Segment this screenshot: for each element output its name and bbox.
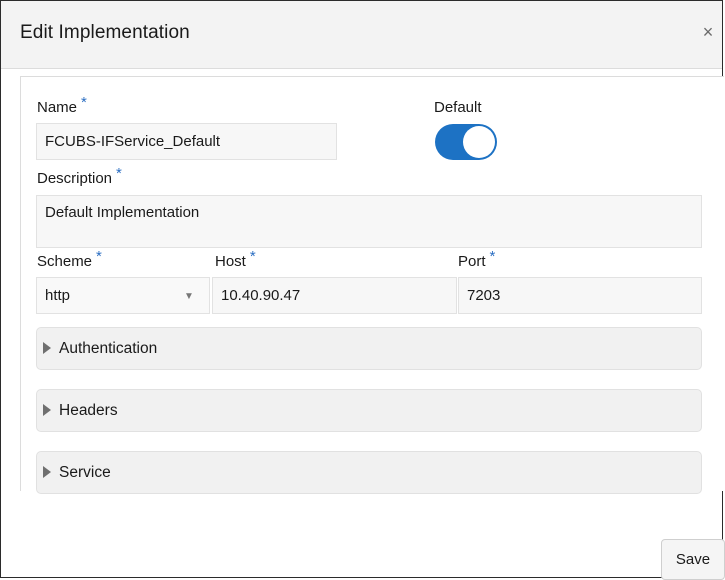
section-authentication[interactable]: Authentication <box>36 327 702 370</box>
host-label: Host * <box>215 248 256 270</box>
host-label-text: Host <box>215 253 246 270</box>
required-marker: * <box>96 248 102 265</box>
port-label-text: Port <box>458 253 486 270</box>
name-label-text: Name <box>37 99 78 116</box>
required-marker: * <box>81 94 87 111</box>
name-field[interactable] <box>36 123 337 160</box>
dialog-header: Edit Implementation × <box>1 1 722 69</box>
section-label: Headers <box>59 402 118 419</box>
chevron-down-icon[interactable]: ▼ <box>184 291 194 302</box>
section-headers[interactable]: Headers <box>36 389 702 432</box>
section-service[interactable]: Service <box>36 451 702 494</box>
toggle-knob <box>463 126 495 158</box>
caret-right-icon <box>43 342 51 354</box>
port-field[interactable] <box>458 277 702 314</box>
scheme-label: Scheme * <box>37 248 102 270</box>
host-field[interactable] <box>212 277 457 314</box>
scheme-label-text: Scheme <box>37 253 93 270</box>
description-field[interactable] <box>36 195 702 248</box>
caret-right-icon <box>43 466 51 478</box>
section-label: Service <box>59 464 111 481</box>
description-label-text: Description <box>37 170 113 187</box>
description-label: Description * <box>37 165 122 187</box>
close-icon[interactable]: × <box>698 21 718 43</box>
section-label: Authentication <box>59 340 158 357</box>
port-label: Port * <box>458 248 495 270</box>
caret-right-icon <box>43 404 51 416</box>
required-marker: * <box>249 248 256 265</box>
save-button[interactable]: Save <box>661 539 725 580</box>
dialog-title: Edit Implementation <box>20 22 190 43</box>
edit-implementation-dialog: Edit Implementation × Name* Default Desc… <box>0 0 725 580</box>
default-label: Default <box>434 99 482 116</box>
default-toggle[interactable] <box>435 124 497 160</box>
required-marker: * <box>116 165 122 182</box>
required-marker: * <box>489 248 496 265</box>
name-label: Name * <box>37 94 87 116</box>
